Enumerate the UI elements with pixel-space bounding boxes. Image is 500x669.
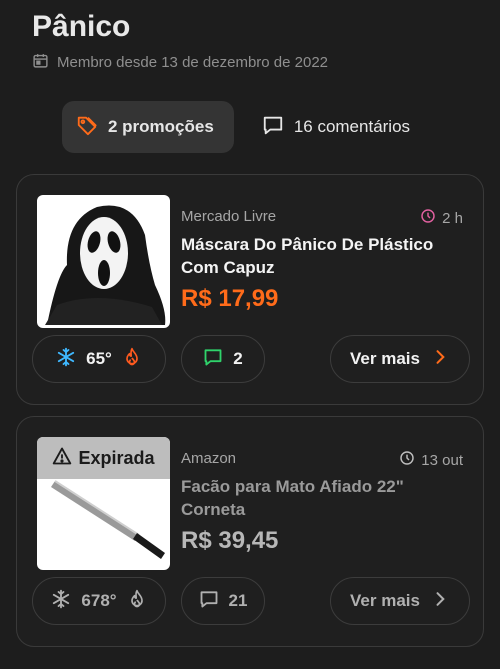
chevron-right-icon (430, 589, 450, 614)
snowflake-icon[interactable] (51, 589, 71, 614)
flame-icon[interactable] (122, 347, 142, 372)
tag-icon (76, 114, 98, 141)
expired-badge-label: Expirada (78, 447, 155, 468)
posted-time: 13 out (399, 450, 463, 470)
temperature-value: 65° (86, 349, 112, 368)
posted-time-text: 13 out (421, 451, 463, 469)
warning-icon (52, 446, 72, 471)
comment-icon (262, 114, 284, 141)
tab-comments[interactable]: 16 comentários (248, 101, 430, 153)
expired-badge: Expirada (37, 437, 170, 479)
calendar-icon (32, 52, 49, 73)
temperature-value: 678° (81, 591, 117, 610)
deal-card[interactable]: Expirada Amazon 13 out Facão para Mato A… (16, 416, 484, 647)
see-more-button[interactable]: Ver mais (330, 577, 470, 625)
deal-card[interactable]: Mercado Livre 2 h Máscara Do Pânico De P… (16, 174, 484, 405)
deal-title[interactable]: Máscara Do Pânico De Plástico Com Capuz (181, 233, 471, 279)
page-title: Pânico (32, 10, 131, 43)
see-more-label: Ver mais (350, 591, 420, 610)
posted-time: 2 h (420, 208, 463, 228)
tab-promotions[interactable]: 2 promoções (62, 101, 234, 153)
see-more-label: Ver mais (350, 349, 420, 368)
profile-tabs: 2 promoções 16 comentários (62, 101, 430, 153)
comments-count: 2 (233, 349, 243, 368)
comment-icon (199, 589, 219, 614)
temperature-vote: 65° (32, 335, 166, 383)
flame-icon[interactable] (127, 589, 147, 614)
posted-time-text: 2 h (442, 209, 463, 227)
member-since-text: Membro desde 13 de dezembro de 2022 (57, 54, 329, 71)
deal-price: R$ 39,45 (181, 527, 279, 554)
chevron-right-icon (430, 347, 450, 372)
tab-comments-label: 16 comentários (293, 117, 411, 136)
deal-price: R$ 17,99 (181, 285, 279, 312)
comments-button[interactable]: 21 (181, 577, 265, 625)
deal-title[interactable]: Facão para Mato Afiado 22" Corneta (181, 475, 471, 521)
clock-icon (399, 450, 415, 470)
store-name: Mercado Livre (181, 208, 277, 225)
see-more-button[interactable]: Ver mais (330, 335, 470, 383)
comment-icon (203, 347, 223, 372)
comments-button[interactable]: 2 (181, 335, 265, 383)
deal-image[interactable] (37, 195, 170, 328)
snowflake-icon[interactable] (56, 347, 76, 372)
comments-count: 21 (228, 591, 248, 610)
temperature-vote: 678° (32, 577, 166, 625)
member-since: Membro desde 13 de dezembro de 2022 (32, 52, 328, 73)
store-name: Amazon (181, 450, 237, 467)
tab-promotions-label: 2 promoções (108, 117, 214, 136)
clock-icon (420, 208, 436, 228)
deal-image[interactable]: Expirada (37, 437, 170, 570)
